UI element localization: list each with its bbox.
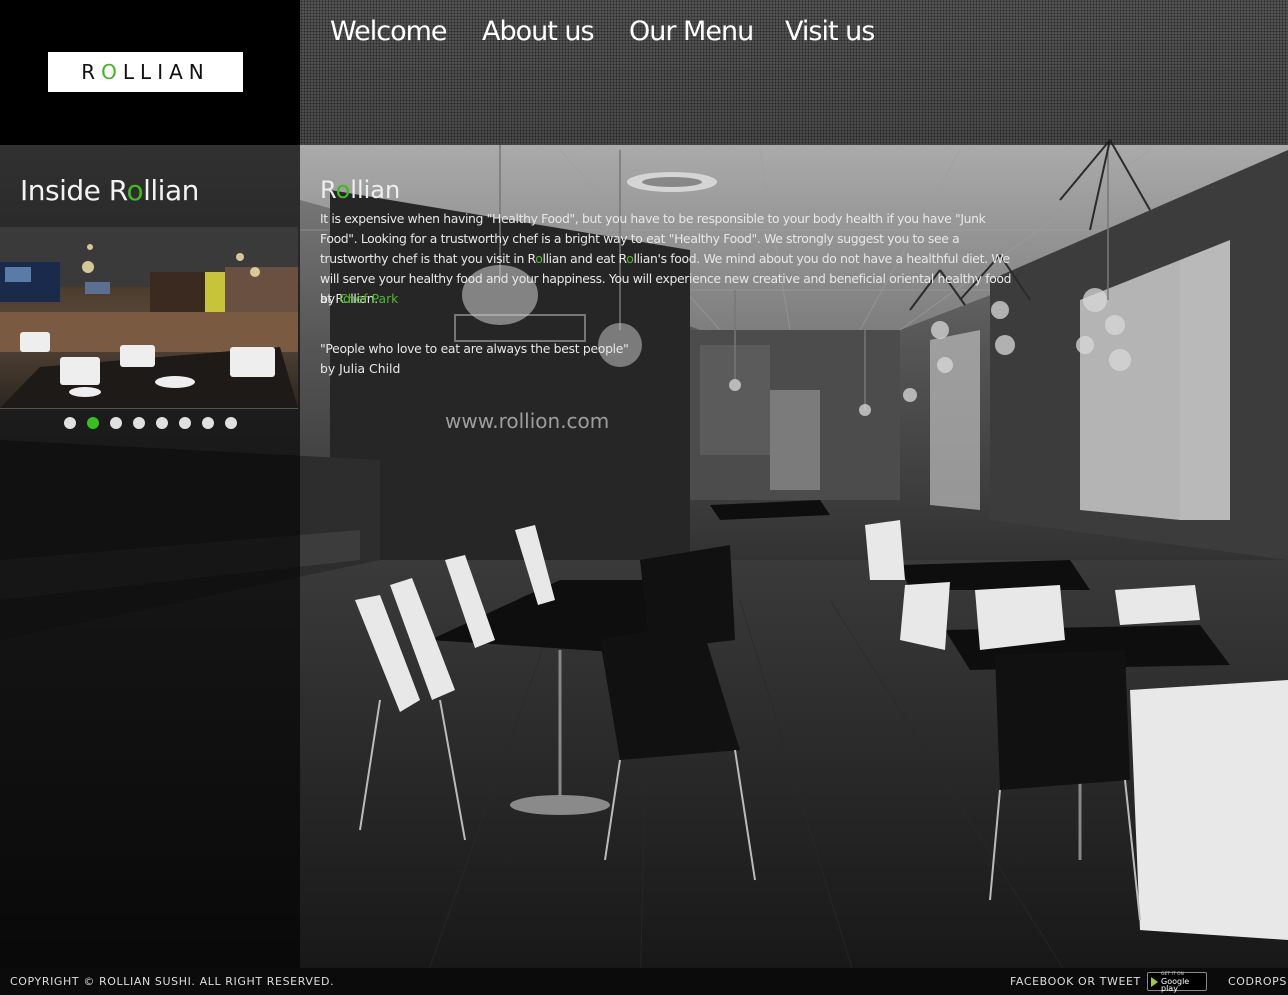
- intro-o-2: o: [626, 251, 634, 266]
- sidebar-title-prefix: Inside R: [20, 174, 127, 207]
- nav-visit-us[interactable]: Visit us: [785, 16, 875, 47]
- slider-dot-7[interactable]: [202, 417, 214, 429]
- logo-text-prefix: R: [81, 60, 102, 84]
- slider-dot-8[interactable]: [225, 417, 237, 429]
- nav-welcome[interactable]: Welcome: [330, 16, 482, 47]
- chef-byline: by Chef Park: [320, 289, 398, 309]
- slider-dot-1[interactable]: [64, 417, 76, 429]
- slider-dot-6[interactable]: [179, 417, 191, 429]
- logo-text-suffix: LLIAN: [122, 60, 210, 84]
- intro-paragraph: It is expensive when having "Healthy Foo…: [320, 209, 1020, 309]
- google-play-icon: [1151, 976, 1158, 987]
- byline-prefix: by: [320, 291, 340, 306]
- nav-our-menu[interactable]: Our Menu: [629, 16, 785, 47]
- google-play-badge[interactable]: GET IT ON Google play: [1147, 971, 1207, 993]
- google-play-bottom: Google play: [1161, 977, 1190, 993]
- content-title-o: o: [335, 176, 351, 204]
- sidebar-title: Inside Rollian: [20, 174, 199, 207]
- slider-dot-4[interactable]: [133, 417, 145, 429]
- main-nav: Welcome About us Our Menu Visit us: [330, 16, 875, 47]
- logo[interactable]: R O LLIAN: [48, 52, 243, 92]
- quote-author: by Julia Child: [320, 361, 401, 376]
- footer: COPYRIGHT © ROLLIAN SUSHI. ALL RIGHT RES…: [0, 968, 1288, 995]
- slider-dots: [64, 417, 237, 429]
- slideshow-image[interactable]: [0, 227, 298, 409]
- logo-text-o: O: [101, 60, 123, 84]
- sidebar-title-suffix: llian: [143, 174, 199, 207]
- content-title-suffix: llian: [350, 176, 401, 204]
- chef-name-link[interactable]: Chef Park: [339, 291, 398, 306]
- codrops-link[interactable]: CODROPS: [1228, 975, 1287, 988]
- intro-text-2: llian and eat R: [542, 251, 627, 266]
- slider-dot-5[interactable]: [156, 417, 168, 429]
- svg-text:www.rollion.com: www.rollion.com: [445, 409, 609, 433]
- slider-dot-3[interactable]: [110, 417, 122, 429]
- slider-dot-2[interactable]: [87, 417, 99, 429]
- content-title-prefix: R: [320, 176, 336, 204]
- logo-area: R O LLIAN: [0, 0, 300, 145]
- nav-about-us[interactable]: About us: [482, 16, 629, 47]
- quote-text: "People who love to eat are always the b…: [320, 341, 629, 356]
- sidebar-title-o: o: [126, 174, 144, 207]
- copyright-text: COPYRIGHT © ROLLIAN SUSHI. ALL RIGHT RES…: [10, 975, 335, 988]
- content-title: Rollian: [320, 176, 400, 204]
- social-link[interactable]: FACEBOOK OR TWEET: [1010, 975, 1141, 988]
- google-play-text: GET IT ON Google play: [1161, 971, 1206, 993]
